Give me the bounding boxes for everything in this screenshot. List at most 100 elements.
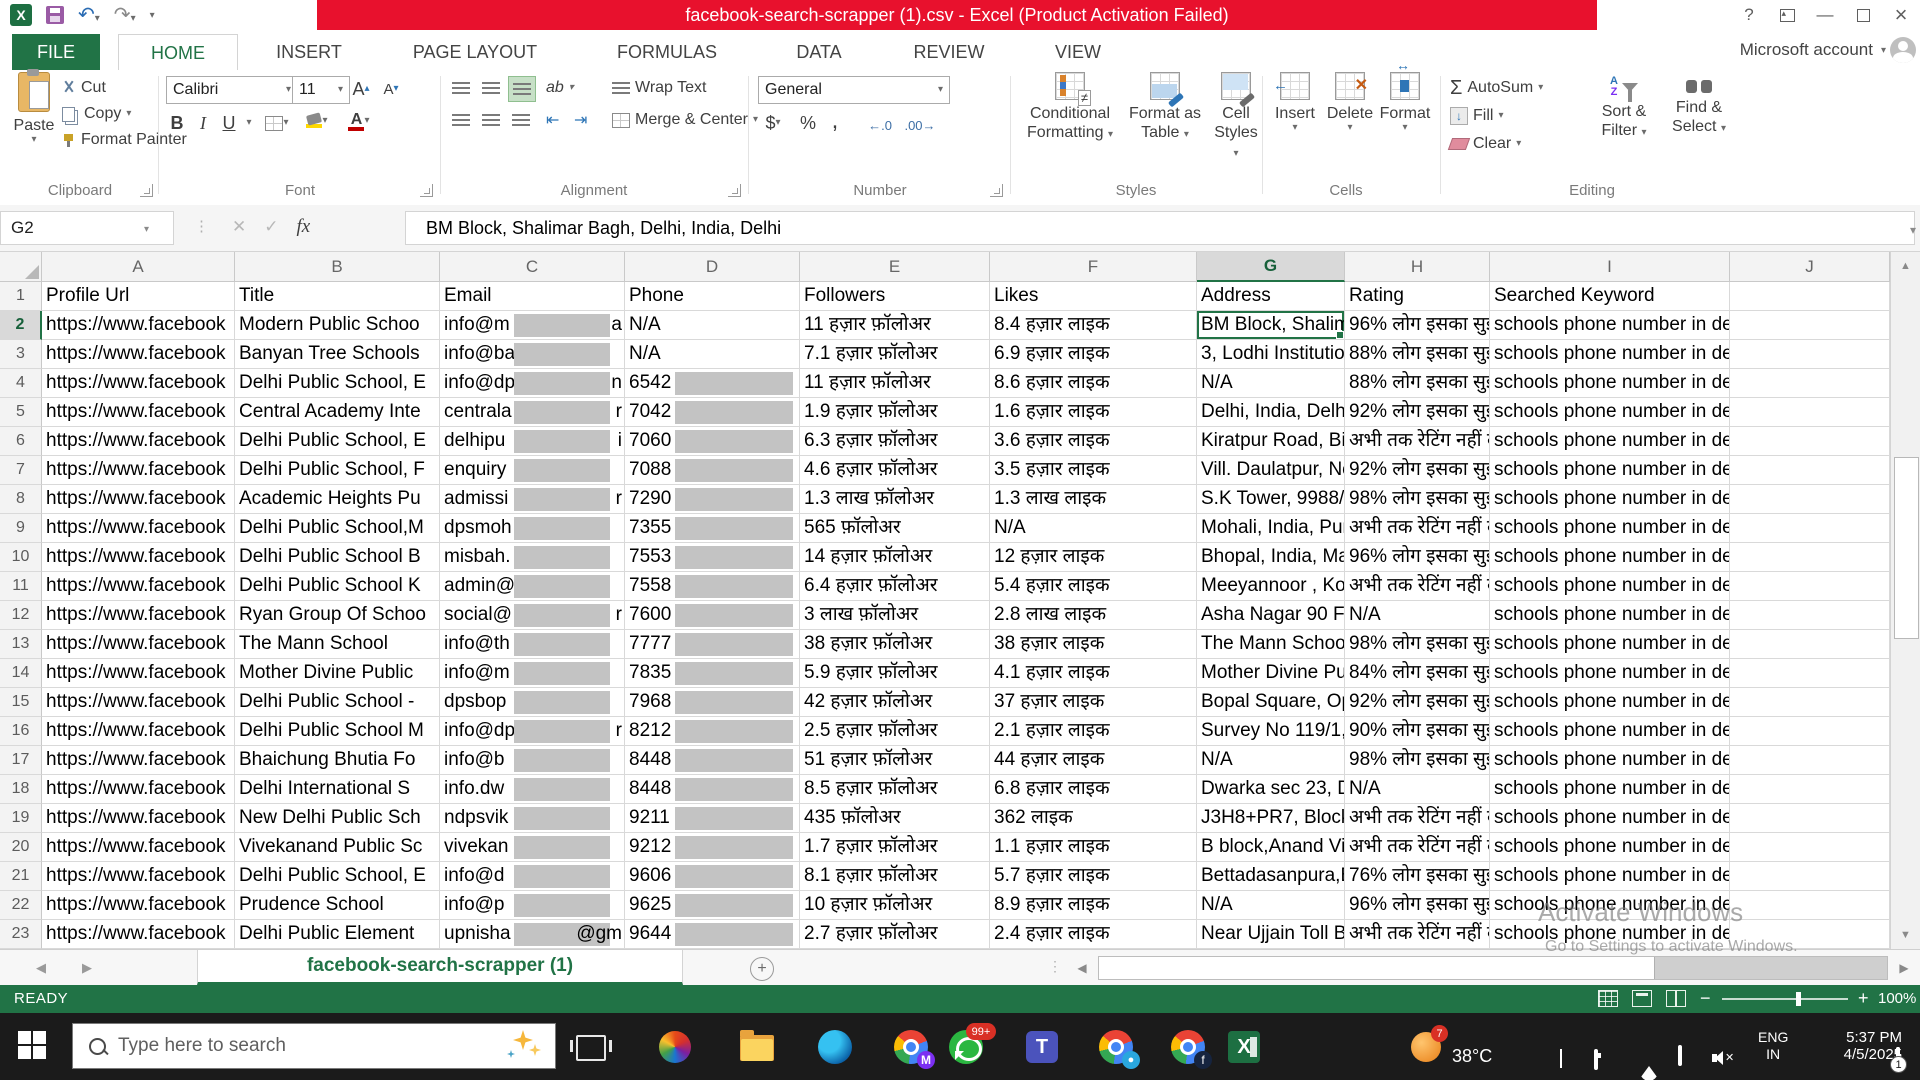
cell-I15[interactable]: schools phone number in delhi <box>1490 688 1730 717</box>
cell-G3[interactable]: 3, Lodhi Institutional <box>1197 340 1345 369</box>
cell-F18[interactable]: 6.8 हज़ार लाइक <box>990 775 1197 804</box>
ribbon-display-options-button[interactable] <box>1768 0 1806 30</box>
cell-C3[interactable]: info@ba <box>440 340 625 369</box>
italic-button[interactable]: I <box>192 110 214 136</box>
cell-D11[interactable]: 7558 <box>625 572 800 601</box>
cell-J1[interactable] <box>1730 282 1890 311</box>
cell-styles-button[interactable]: CellStyles ▾ <box>1210 72 1262 180</box>
cell-D22[interactable]: 9625 <box>625 891 800 920</box>
autosum-button[interactable]: Σ AutoSum▾ <box>1450 76 1543 100</box>
underline-button[interactable]: U <box>218 110 240 136</box>
column-header-B[interactable]: B <box>235 252 440 282</box>
cell-B2[interactable]: Modern Public Schoo <box>235 311 440 340</box>
cell-A18[interactable]: https://www.facebook <box>42 775 235 804</box>
battery-icon[interactable] <box>1594 1051 1598 1069</box>
zoom-slider[interactable] <box>1722 998 1848 1000</box>
cell-F1[interactable]: Likes <box>990 282 1197 311</box>
cell-C15[interactable]: dpsbop <box>440 688 625 717</box>
help-button[interactable]: ? <box>1730 0 1768 30</box>
name-box-caret[interactable]: ▾ <box>144 224 149 235</box>
tab-file[interactable]: FILE <box>12 34 100 70</box>
cell-J17[interactable] <box>1730 746 1890 775</box>
save-icon[interactable] <box>46 6 64 24</box>
cell-I14[interactable]: schools phone number in delhi <box>1490 659 1730 688</box>
cell-B19[interactable]: New Delhi Public Sch <box>235 804 440 833</box>
tab-formulas[interactable]: FORMULAS <box>584 34 750 70</box>
column-header-G[interactable]: G <box>1197 252 1345 282</box>
cell-I23[interactable]: schools phone number in delhi <box>1490 920 1730 949</box>
cell-B14[interactable]: Mother Divine Public <box>235 659 440 688</box>
tab-view[interactable]: VIEW <box>1026 34 1130 70</box>
row-header-9[interactable]: 9 <box>0 514 42 543</box>
cell-A20[interactable]: https://www.facebook <box>42 833 235 862</box>
cell-E12[interactable]: 3 लाख फ़ॉलोअर <box>800 601 990 630</box>
chrome-gmail-icon[interactable]: M <box>893 1029 929 1065</box>
task-view-icon[interactable] <box>576 1035 606 1061</box>
orientation-button[interactable]: ab▾ <box>546 76 574 100</box>
cell-B13[interactable]: The Mann School <box>235 630 440 659</box>
cell-I19[interactable]: schools phone number in delhi <box>1490 804 1730 833</box>
cell-A2[interactable]: https://www.facebook <box>42 311 235 340</box>
cell-B9[interactable]: Delhi Public School,M <box>235 514 440 543</box>
cell-H18[interactable]: N/A <box>1345 775 1490 804</box>
row-header-11[interactable]: 11 <box>0 572 42 601</box>
scroll-up-icon[interactable]: ▲ <box>1891 252 1920 280</box>
cell-B10[interactable]: Delhi Public School B <box>235 543 440 572</box>
cell-E7[interactable]: 4.6 हज़ार फ़ॉलोअर <box>800 456 990 485</box>
cell-F11[interactable]: 5.4 हज़ार लाइक <box>990 572 1197 601</box>
cell-D14[interactable]: 7835 <box>625 659 800 688</box>
cell-E4[interactable]: 11 हज़ार फ़ॉलोअर <box>800 369 990 398</box>
cell-B23[interactable]: Delhi Public Element <box>235 920 440 949</box>
row-header-10[interactable]: 10 <box>0 543 42 572</box>
cell-E19[interactable]: 435 फ़ॉलोअर <box>800 804 990 833</box>
cell-I4[interactable]: schools phone number in delhi <box>1490 369 1730 398</box>
font-dialog-launcher[interactable] <box>420 184 433 197</box>
wrap-text-button[interactable]: Wrap Text <box>612 76 706 100</box>
cell-I11[interactable]: schools phone number in delhi <box>1490 572 1730 601</box>
minimize-button[interactable]: — <box>1806 0 1844 30</box>
cell-A21[interactable]: https://www.facebook <box>42 862 235 891</box>
copy-button[interactable]: Copy▾ <box>62 102 131 126</box>
cell-J21[interactable] <box>1730 862 1890 891</box>
cell-C10[interactable]: misbah. <box>440 543 625 572</box>
cell-E8[interactable]: 1.3 लाख फ़ॉलोअर <box>800 485 990 514</box>
tab-data[interactable]: DATA <box>766 34 872 70</box>
temperature[interactable]: 38°C <box>1452 1046 1492 1067</box>
whatsapp-icon[interactable]: 99+ <box>948 1029 984 1065</box>
cell-D19[interactable]: 9211 <box>625 804 800 833</box>
cell-J11[interactable] <box>1730 572 1890 601</box>
cell-A10[interactable]: https://www.facebook <box>42 543 235 572</box>
cell-H16[interactable]: 90% लोग इसका सुझाव <box>1345 717 1490 746</box>
cell-G16[interactable]: Survey No 119/1, Bug <box>1197 717 1345 746</box>
tray-expand-icon[interactable] <box>1560 1051 1562 1069</box>
cell-B18[interactable]: Delhi International S <box>235 775 440 804</box>
cell-G2[interactable]: BM Block, Shalimar B <box>1197 311 1345 340</box>
cell-F23[interactable]: 2.4 हज़ार लाइक <box>990 920 1197 949</box>
cell-E5[interactable]: 1.9 हज़ार फ़ॉलोअर <box>800 398 990 427</box>
cell-J4[interactable] <box>1730 369 1890 398</box>
cell-G7[interactable]: Vill. Daulatpur, New I <box>1197 456 1345 485</box>
cell-J9[interactable] <box>1730 514 1890 543</box>
horizontal-scrollbar[interactable]: ◀ ▶ <box>1070 954 1920 982</box>
scroll-down-icon[interactable]: ▼ <box>1891 921 1920 949</box>
cell-H11[interactable]: अभी तक रेटिंग नहीं दी <box>1345 572 1490 601</box>
cell-D3[interactable]: N/A <box>625 340 800 369</box>
excel-app-icon[interactable]: X <box>10 4 32 26</box>
cell-F16[interactable]: 2.1 हज़ार लाइक <box>990 717 1197 746</box>
cell-H12[interactable]: N/A <box>1345 601 1490 630</box>
row-header-1[interactable]: 1 <box>0 282 42 311</box>
cell-A5[interactable]: https://www.facebook <box>42 398 235 427</box>
cell-J16[interactable] <box>1730 717 1890 746</box>
cell-B22[interactable]: Prudence School <box>235 891 440 920</box>
row-header-16[interactable]: 16 <box>0 717 42 746</box>
cell-I20[interactable]: schools phone number in delhi <box>1490 833 1730 862</box>
cell-F5[interactable]: 1.6 हज़ार लाइक <box>990 398 1197 427</box>
vertical-scrollbar[interactable]: ▲ ▼ <box>1890 252 1920 949</box>
cell-E16[interactable]: 2.5 हज़ार फ़ॉलोअर <box>800 717 990 746</box>
font-color-button[interactable]: A▾ <box>342 108 376 134</box>
cell-F20[interactable]: 1.1 हज़ार लाइक <box>990 833 1197 862</box>
cell-I8[interactable]: schools phone number in delhi <box>1490 485 1730 514</box>
row-header-2[interactable]: 2 <box>0 311 42 340</box>
close-button[interactable]: × <box>1882 0 1920 30</box>
cell-G8[interactable]: S.K Tower, 9988/B-1, <box>1197 485 1345 514</box>
